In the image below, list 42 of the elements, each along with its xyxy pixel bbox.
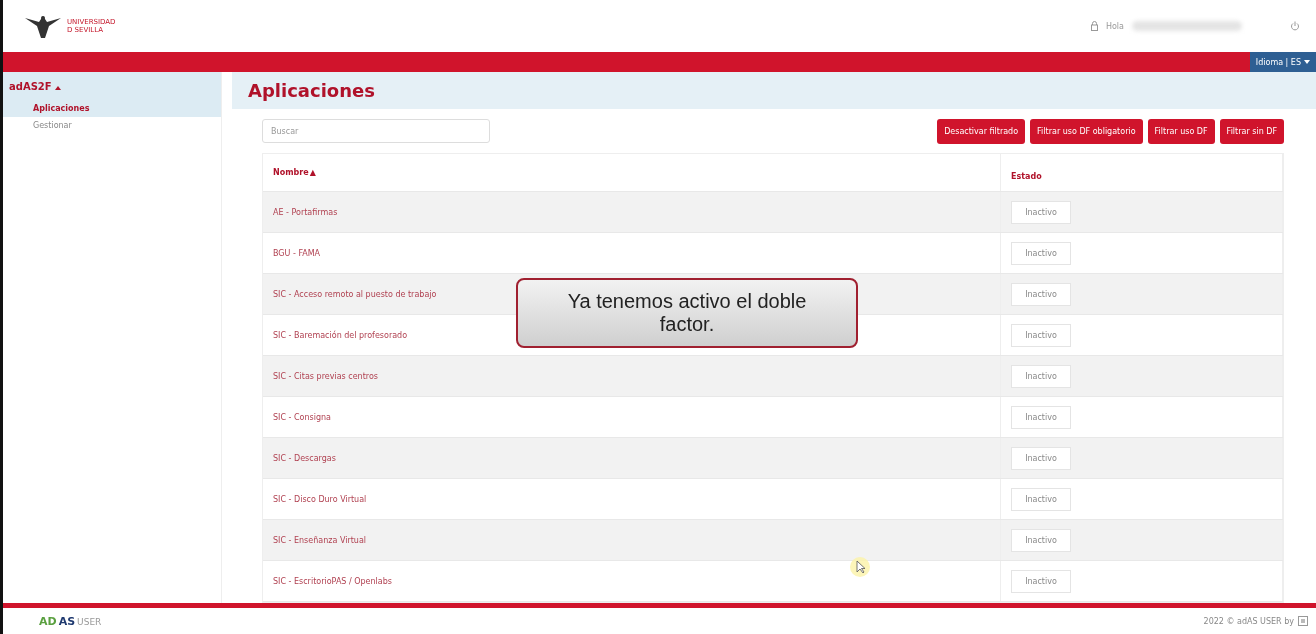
brand-logo: AD AS USER xyxy=(39,614,102,628)
application-name: SIC - Citas previas centros xyxy=(273,371,378,381)
sort-arrow-icon[interactable]: ▲ xyxy=(309,168,316,177)
application-name: SIC - Consigna xyxy=(273,412,331,422)
search-field[interactable]: Buscar xyxy=(262,119,490,143)
application-name: AE - Portafirmas xyxy=(273,207,338,217)
lock-icon xyxy=(1090,21,1098,31)
status-button[interactable]: Inactivo xyxy=(1011,405,1071,429)
page-title: Aplicaciones xyxy=(248,80,375,101)
status-button[interactable]: Inactivo xyxy=(1011,528,1071,552)
status-button[interactable]: Inactivo xyxy=(1011,487,1071,511)
status-button[interactable]: Inactivo xyxy=(1011,364,1071,388)
application-name: SIC - EscritorioPAS / Openlabs xyxy=(273,576,392,586)
filter-button[interactable]: Desactivar filtrado xyxy=(937,118,1026,144)
copyright-text: 2022 © adAS USER by xyxy=(1203,616,1294,626)
status-button[interactable]: Inactivo xyxy=(1011,241,1071,265)
greeting-text: Hola xyxy=(1105,21,1124,31)
application-name: SIC - Acceso remoto al puesto de trabajo xyxy=(273,289,437,299)
status-button[interactable]: Inactivo xyxy=(1011,446,1071,470)
callout-message: Ya tenemos activo el doble factor. xyxy=(516,278,858,348)
sidebar-item[interactable]: Aplicaciones xyxy=(3,100,221,117)
caret-icon xyxy=(1304,60,1310,64)
status-button[interactable]: Inactivo xyxy=(1011,200,1071,224)
sidebar-item[interactable]: Gestionar xyxy=(3,117,221,134)
status-button[interactable]: Inactivo xyxy=(1011,323,1071,347)
power-icon[interactable] xyxy=(1290,21,1300,31)
application-name: BGU - FAMA xyxy=(273,248,321,258)
column-header: Estado xyxy=(1011,172,1042,181)
application-name: SIC - Descargas xyxy=(273,453,336,463)
column-header[interactable]: Nombre xyxy=(273,168,309,177)
application-name: SIC - Disco Duro Virtual xyxy=(273,494,367,504)
caret-icon xyxy=(55,85,62,90)
application-name: SIC - Enseñanza Virtual xyxy=(273,535,367,545)
language-dropdown[interactable]: Idioma | ES xyxy=(1249,52,1316,72)
filter-button[interactable]: Filtrar sin DF xyxy=(1219,118,1284,144)
filter-button[interactable]: Filtrar uso DF xyxy=(1147,118,1215,144)
status-button[interactable]: Inactivo xyxy=(1011,282,1071,306)
status-button[interactable]: Inactivo xyxy=(1011,569,1071,593)
sidebar-section-toggle[interactable]: adAS2F xyxy=(3,72,221,100)
logo-icon xyxy=(1298,616,1308,626)
filter-button[interactable]: Filtrar uso DF obligatorio xyxy=(1030,118,1143,144)
application-name: SIC - Baremación del profesorado xyxy=(273,330,408,340)
